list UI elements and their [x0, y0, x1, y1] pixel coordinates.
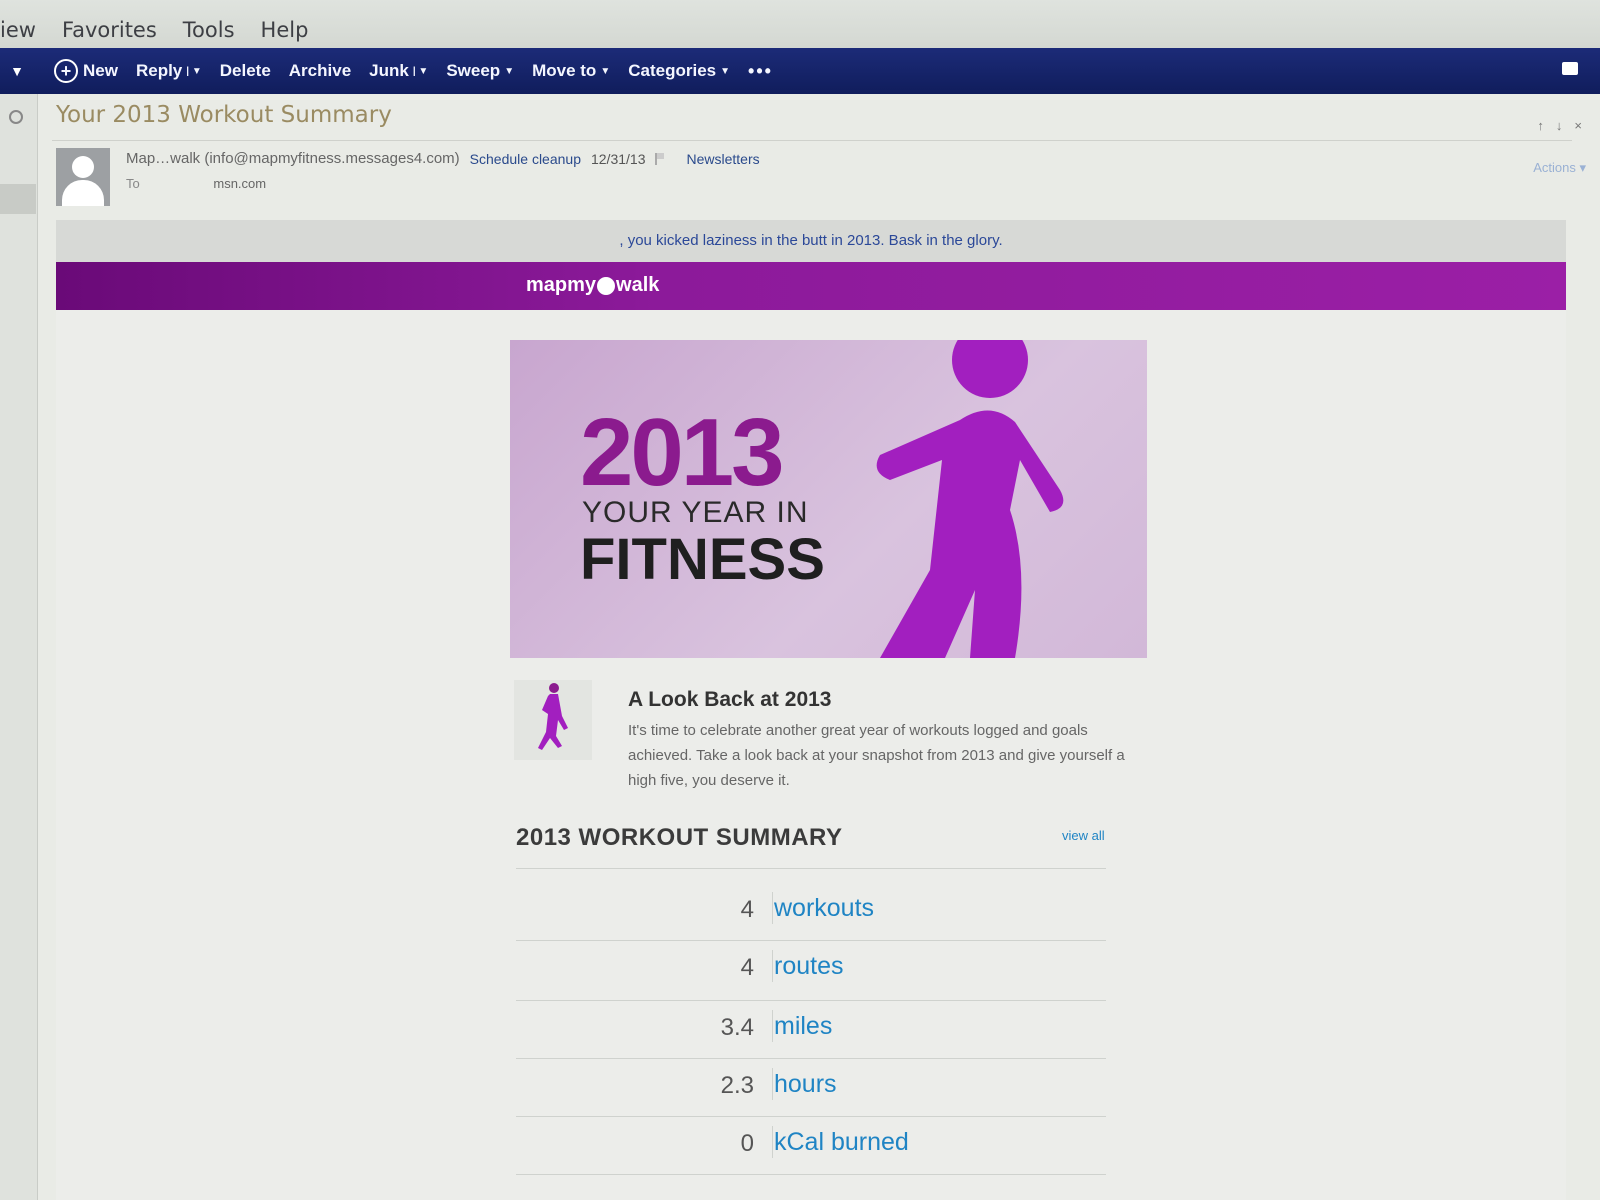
chevron-down-icon: ▼ — [504, 65, 515, 77]
stat-label-link[interactable]: kCal burned — [774, 1128, 909, 1157]
schedule-cleanup-link[interactable]: Schedule cleanup — [470, 151, 581, 167]
arrow-up-icon[interactable]: ↑ — [1537, 118, 1544, 133]
avatar — [56, 148, 110, 206]
flag-icon[interactable] — [655, 152, 665, 165]
hero-subtitle: YOUR YEAR IN — [582, 496, 809, 529]
menu-favorites[interactable]: Favorites — [62, 18, 157, 42]
logo-left: mapmy — [526, 274, 597, 296]
stat-label-link[interactable]: workouts — [774, 894, 874, 923]
stat-label-link[interactable]: routes — [774, 952, 843, 981]
recipient-line: To msn.com — [126, 176, 266, 191]
actions-label: Actions — [1533, 160, 1576, 175]
category-label[interactable]: Newsletters — [686, 151, 759, 167]
actions-menu[interactable]: Actions ▾ — [1533, 160, 1586, 176]
mapmywalk-logo[interactable]: mapmy walk — [526, 274, 659, 297]
menu-help[interactable]: Help — [261, 18, 309, 42]
view-all-link[interactable]: view all — [1062, 828, 1105, 843]
stat-value: 0 — [740, 1130, 754, 1157]
stat-value: 2.3 — [720, 1072, 754, 1099]
email-preheader: , you kicked laziness in the butt in 201… — [56, 220, 1566, 262]
look-back-thumbnail — [514, 680, 592, 760]
row-divider — [516, 1174, 1106, 1175]
chevron-down-icon[interactable]: | ▼ — [413, 66, 428, 77]
sender[interactable]: Map…walk (info@mapmyfitness.messages4.co… — [126, 150, 460, 167]
stat-separator — [772, 1010, 773, 1042]
to-address[interactable]: msn.com — [213, 176, 266, 191]
new-label: New — [83, 61, 118, 80]
chevron-down-icon[interactable]: ▼ — [0, 63, 34, 79]
hero-banner[interactable]: 2013 YOUR YEAR IN FITNESS — [510, 340, 1147, 658]
chat-icon[interactable] — [1562, 62, 1578, 75]
stat-separator — [772, 950, 773, 982]
logo-right: walk — [616, 274, 660, 296]
stat-value: 4 — [740, 896, 754, 923]
walker-icon — [597, 276, 616, 295]
arrow-down-icon[interactable]: ↓ — [1556, 118, 1563, 133]
walker-figure-icon — [876, 340, 1064, 658]
archive-button[interactable]: Archive — [289, 61, 351, 81]
rail-selected-item[interactable] — [0, 184, 36, 214]
left-rail — [0, 94, 38, 1200]
look-back-title: A Look Back at 2013 — [628, 688, 832, 711]
walker-icon — [538, 683, 568, 750]
chevron-down-icon: ▼ — [600, 65, 611, 77]
reply-label: Reply — [135, 61, 183, 80]
stat-label-link[interactable]: miles — [774, 1012, 832, 1041]
stat-row-kcal[interactable]: 0 kCal burned — [516, 1116, 1106, 1174]
reply-button[interactable]: Reply | ▼ — [136, 61, 202, 81]
categories-label: Categories — [628, 61, 717, 80]
move-to-button[interactable]: Move to ▼ — [532, 61, 610, 81]
sweep-label: Sweep — [446, 61, 501, 80]
move-to-label: Move to — [532, 61, 597, 80]
header-divider — [52, 140, 1572, 141]
sweep-button[interactable]: Sweep ▼ — [446, 61, 514, 81]
message-meta: Map…walk (info@mapmyfitness.messages4.co… — [126, 150, 760, 167]
stat-separator — [772, 1126, 773, 1158]
junk-label: Junk — [369, 61, 409, 80]
stat-row-hours[interactable]: 2.3 hours — [516, 1058, 1106, 1116]
chevron-down-icon: ▼ — [720, 65, 731, 77]
command-bar: ▼ + New Reply | ▼ Delete Archive Junk | … — [0, 48, 1600, 94]
chevron-down-icon: ▾ — [1579, 160, 1586, 175]
message-subject: Your 2013 Workout Summary — [56, 102, 392, 128]
summary-divider — [516, 868, 1106, 869]
stat-value: 4 — [740, 954, 754, 981]
summary-title: 2013 WORKOUT SUMMARY — [516, 824, 843, 851]
browser-menu-bar: iew Favorites Tools Help — [0, 0, 1600, 48]
plus-icon: + — [54, 59, 78, 83]
new-button[interactable]: + New — [34, 59, 118, 83]
categories-button[interactable]: Categories ▼ — [628, 61, 730, 81]
stat-separator — [772, 892, 773, 924]
stat-row-routes[interactable]: 4 routes — [516, 940, 1106, 998]
message-date: 12/31/13 — [590, 150, 646, 167]
hero-title: FITNESS — [580, 527, 825, 592]
chevron-down-icon[interactable]: | ▼ — [186, 66, 201, 77]
stat-separator — [772, 1068, 773, 1100]
delete-button[interactable]: Delete — [220, 61, 271, 81]
stat-row-workouts[interactable]: 4 workouts — [516, 882, 1106, 940]
stat-row-miles[interactable]: 3.4 miles — [516, 1000, 1106, 1058]
stat-label-link[interactable]: hours — [774, 1070, 837, 1099]
close-icon[interactable]: × — [1574, 118, 1582, 133]
more-button[interactable]: ••• — [748, 61, 773, 82]
junk-button[interactable]: Junk | ▼ — [369, 61, 428, 81]
menu-view[interactable]: iew — [0, 18, 36, 42]
to-label: To — [126, 176, 140, 191]
hero-year: 2013 — [580, 399, 785, 506]
brand-header: mapmy walk — [56, 262, 1566, 310]
menu-tools[interactable]: Tools — [183, 18, 235, 42]
stat-value: 3.4 — [720, 1014, 754, 1041]
window-controls: ↑ ↓ × — [1537, 118, 1582, 133]
search-icon[interactable] — [9, 110, 23, 124]
look-back-text: It's time to celebrate another great yea… — [628, 722, 1125, 789]
